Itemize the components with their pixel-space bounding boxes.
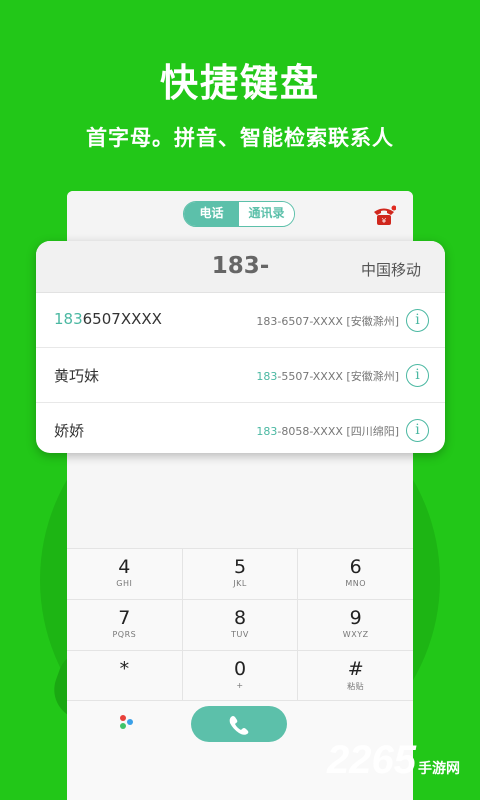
info-icon[interactable]: i [406,419,429,442]
carrier-label: 中国移动 [360,261,421,279]
key-letters: JKL [233,579,247,588]
name-match: 183 [54,310,83,328]
result-row[interactable]: 1836507XXXX 183-6507-XXXX [安徽滁州] i [36,293,445,348]
menu-dots-icon[interactable] [117,713,137,733]
name-rest: 娇娇 [54,422,85,440]
phone-handset-icon [229,716,249,735]
info-icon[interactable]: i [406,364,429,387]
key-digit: 7 [118,607,131,629]
result-name: 娇娇 [54,420,84,441]
key-5[interactable]: 5 JKL [182,549,299,599]
call-button[interactable] [191,706,287,742]
key-letters: MNO [345,579,367,588]
key-4[interactable]: 4 GHI [67,549,183,599]
result-name: 黄巧妹 [54,365,99,386]
detail-rest: -8058-XXXX [四川绵阳] [277,425,399,438]
result-row[interactable]: 黄巧妹 183-5507-XXXX [安徽滁州] i [36,348,445,403]
result-detail: 183-6507-XXXX [安徽滁州] [256,313,399,329]
name-rest: 6507XXXX [82,310,162,328]
detail-rest: -5507-XXXX [安徽滁州] [277,370,399,383]
key-7[interactable]: 7 PQRS [67,600,183,650]
key-8[interactable]: 8 TUV [182,600,299,650]
key-digit: 4 [118,556,131,578]
key-star[interactable]: * [67,651,183,701]
dial-keypad: 4 GHI 5 JKL 6 MNO 7 PQRS 8 TUV 9 WXYZ * 0 + # 粘贴 [67,548,414,701]
result-name: 1836507XXXX [54,310,162,328]
watermark-number: 2265 [327,738,416,782]
detail-rest: 183-6507-XXXX [安徽滁州] [256,315,399,328]
key-digit: 5 [233,556,247,578]
detail-match: 183 [256,370,278,383]
tab-contacts[interactable]: 通讯录 [239,202,294,226]
name-rest: 黄巧妹 [54,367,100,385]
keypad-row: 7 PQRS 8 TUV 9 WXYZ [67,599,414,650]
svg-text:¥: ¥ [382,217,387,225]
key-letters: + [236,681,244,690]
telephone-icon[interactable]: ¥ [372,205,396,227]
keypad-row: 4 GHI 5 JKL 6 MNO [67,548,414,599]
key-letters: WXYZ [342,630,369,639]
info-icon[interactable]: i [406,309,429,332]
tab-phone[interactable]: 电话 [184,202,239,226]
key-letters: 粘贴 [347,682,365,691]
key-6[interactable]: 6 MNO [298,549,414,599]
promo-subline: 首字母。拼音、智能检索联系人 [86,126,394,150]
top-bar: 电话 通讯录 ¥ [67,191,413,241]
key-letters: TUV [231,630,249,639]
dial-display: 183- 中国移动 [36,241,445,293]
result-row[interactable]: 娇娇 183-8058-XXXX [四川绵阳] i [36,403,445,453]
key-digit: 6 [349,556,362,578]
key-hash[interactable]: # 粘贴 [298,651,414,701]
search-results-card: 183- 中国移动 1836507XXXX 183-6507-XXXX [安徽滁… [36,241,445,453]
promo-headline: 快捷键盘 [159,61,320,105]
watermark-logo: 2265 手游网 [327,738,460,783]
key-9[interactable]: 9 WXYZ [298,600,414,650]
key-digit: 9 [349,607,362,629]
key-digit: * [119,658,130,680]
tab-switch: 电话 通讯录 [183,201,295,227]
key-0[interactable]: 0 + [182,651,299,701]
key-letters: GHI [116,579,133,588]
result-detail: 183-5507-XXXX [安徽滁州] [256,368,399,384]
keypad-row: * 0 + # 粘贴 [67,650,414,701]
key-letters: PQRS [112,630,137,639]
detail-match: 183 [256,425,278,438]
key-digit: # [347,658,364,680]
key-digit: 8 [233,607,247,629]
result-detail: 183-8058-XXXX [四川绵阳] [256,423,399,439]
watermark-suffix: 手游网 [418,760,460,776]
key-digit: 0 [233,658,247,680]
